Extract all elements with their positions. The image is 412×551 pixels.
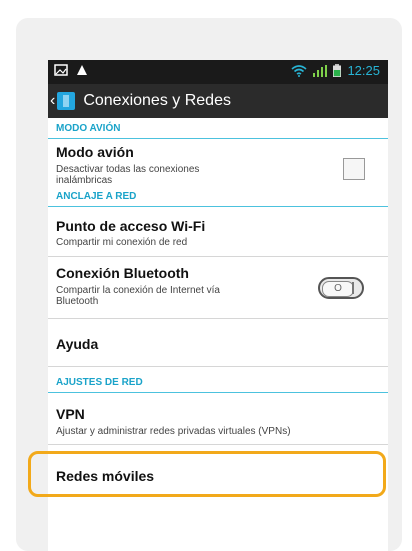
section-header-network-settings: AJUSTES DE RED	[56, 376, 143, 388]
status-time: 12:25	[347, 63, 380, 78]
bluetooth-tethering-subtitle-1: Compartir la conexión de Internet vía	[56, 285, 220, 296]
section-header-airplane: MODO AVIÓN	[56, 122, 121, 134]
toggle-knob: O	[322, 281, 354, 297]
airplane-mode-title: Modo avión	[56, 144, 134, 160]
item-divider	[48, 366, 388, 367]
section-divider	[48, 138, 388, 139]
airplane-mode-checkbox[interactable]	[343, 158, 365, 180]
wifi-hotspot-subtitle: Compartir mi conexión de red	[56, 237, 188, 248]
warning-icon	[77, 65, 87, 75]
bluetooth-tethering-title: Conexión Bluetooth	[56, 265, 189, 281]
highlight-outline	[28, 451, 386, 497]
image-icon	[54, 64, 68, 76]
title-bar: ‹ Conexiones y Redes	[48, 84, 388, 118]
battery-icon	[333, 64, 342, 77]
signal-icon	[313, 64, 328, 77]
connections-app-icon[interactable]	[57, 92, 76, 110]
vpn-title: VPN	[56, 406, 85, 422]
item-divider	[48, 444, 388, 445]
page-title: Conexiones y Redes	[83, 92, 231, 109]
airplane-mode-subtitle-2: inalámbricas	[56, 175, 113, 186]
toggle-on-marker	[352, 282, 354, 294]
status-right-icons: 12:25	[291, 63, 380, 78]
help-title: Ayuda	[56, 336, 99, 352]
bluetooth-tethering-toggle[interactable]: O	[318, 277, 364, 299]
airplane-mode-subtitle-1: Desactivar todas las conexiones	[56, 164, 200, 175]
item-divider	[48, 256, 388, 257]
bluetooth-tethering-subtitle-2: Bluetooth	[56, 296, 99, 307]
section-divider	[48, 392, 388, 393]
section-header-tethering: ANCLAJE A RED	[56, 190, 137, 202]
wifi-icon	[291, 64, 307, 77]
back-chevron-icon[interactable]: ‹	[50, 92, 55, 110]
status-bar: 12:25	[48, 60, 388, 84]
vpn-subtitle: Ajustar y administrar redes privadas vir…	[56, 426, 291, 437]
item-divider	[48, 318, 388, 319]
section-divider	[48, 206, 388, 207]
status-left-icons	[54, 64, 88, 76]
wifi-hotspot-title: Punto de acceso Wi-Fi	[56, 218, 206, 234]
